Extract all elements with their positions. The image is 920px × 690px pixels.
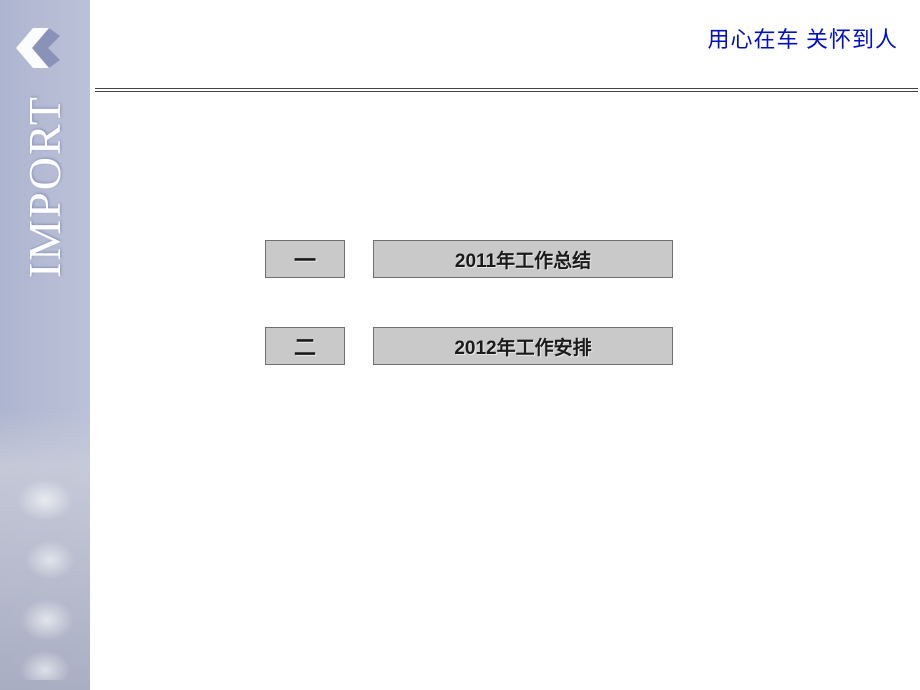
sidebar-decorative-image [0, 410, 90, 690]
main-content: 一 2011年工作总结 二 2012年工作安排 [90, 0, 920, 690]
chevron-logo-icon [8, 18, 68, 78]
sidebar: IMPORT [0, 0, 90, 690]
toc-item-1-label: 2011年工作总结 [373, 240, 673, 278]
toc-item-2-number: 二 [265, 327, 345, 365]
toc-item-2-label: 2012年工作安排 [373, 327, 673, 365]
toc-item-1: 一 2011年工作总结 [265, 240, 673, 278]
toc-item-2: 二 2012年工作安排 [265, 327, 673, 365]
toc-item-1-number: 一 [265, 240, 345, 278]
sidebar-title: IMPORT [18, 95, 71, 278]
